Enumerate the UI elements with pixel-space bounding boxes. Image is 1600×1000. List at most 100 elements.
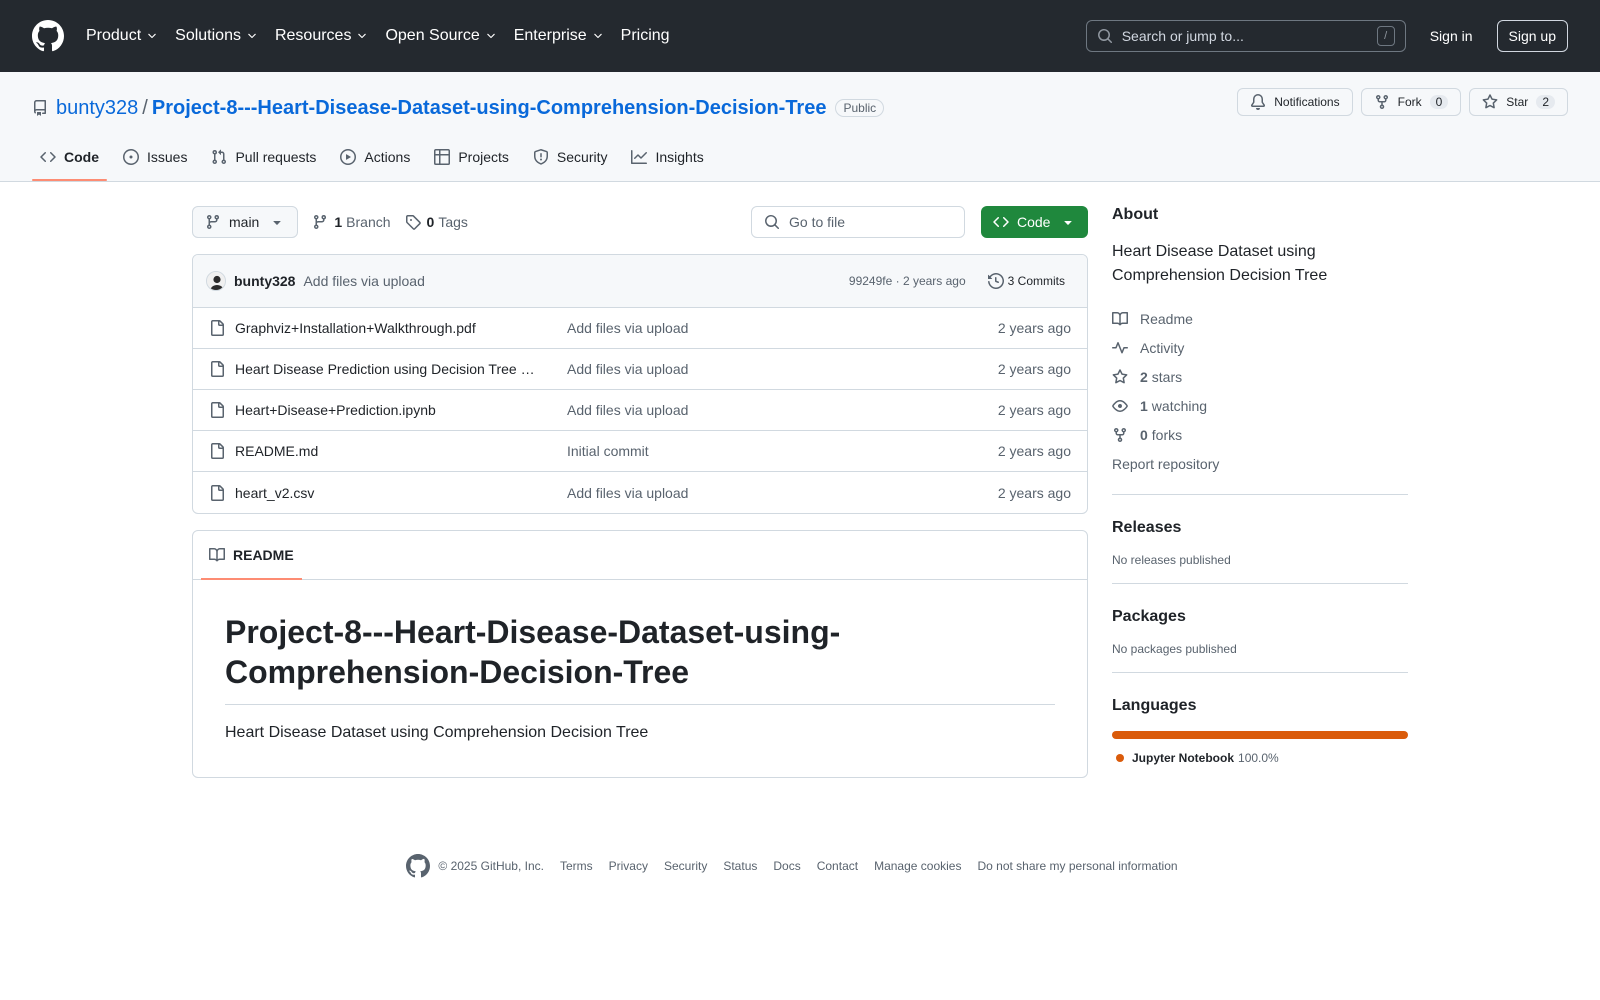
commit-message-link[interactable]: Add files via upload [303,273,424,289]
repo-owner-link[interactable]: bunty328 [56,97,138,120]
sign-up-button[interactable]: Sign up [1496,20,1568,52]
file-commit-message[interactable]: Add files via upload [567,320,998,336]
footer-link-security[interactable]: Security [664,859,707,873]
language-color-dot [1116,754,1124,762]
table-row[interactable]: Graphviz+Installation+Walkthrough.pdf Ad… [193,308,1087,349]
file-commit-message[interactable]: Add files via upload [567,485,998,501]
tab-pull-requests-label: Pull requests [235,149,317,165]
footer-link-privacy[interactable]: Privacy [609,859,648,873]
nav-solutions[interactable]: Solutions [175,27,258,45]
tab-insights-label: Insights [655,149,704,165]
tab-insights[interactable]: Insights [623,133,711,181]
tags-link[interactable]: 0 Tags [405,214,468,230]
nav-enterprise-label: Enterprise [513,27,587,44]
star-button[interactable]: Star 2 [1469,88,1568,116]
caret-down-icon [1064,221,1072,225]
file-commit-message[interactable]: Initial commit [567,443,998,459]
fork-label: Fork [1397,95,1422,109]
table-row[interactable]: README.md Initial commit 2 years ago [193,431,1087,472]
tab-actions[interactable]: Actions [332,133,418,181]
file-list: bunty328 Add files via upload 99249fe · … [192,254,1088,514]
tab-projects[interactable]: Projects [426,133,517,181]
branch-label: Branch [346,214,391,230]
chevron-down-icon [148,33,156,39]
file-name-link[interactable]: Heart Disease Prediction using Decision … [235,361,535,377]
packages-heading[interactable]: Packages [1112,608,1408,626]
footer-link-status[interactable]: Status [723,859,757,873]
readme-description: Heart Disease Dataset using Comprehensio… [225,724,649,741]
stars-link[interactable]: 2 stars [1112,362,1408,391]
footer-link-manage-cookies[interactable]: Manage cookies [874,859,961,873]
nav-enterprise[interactable]: Enterprise [514,27,604,45]
file-age: 2 years ago [997,402,1071,418]
watching-link[interactable]: 1 watching [1112,391,1408,420]
about-description: Heart Disease Dataset using Comprehensio… [1112,243,1328,284]
nav-pricing[interactable]: Pricing [621,27,670,45]
language-item[interactable]: Jupyter Notebook 100.0% [1112,751,1408,765]
readme-link[interactable]: Readme [1112,304,1408,333]
sidebar-divider [1112,494,1408,495]
commit-hash-and-age[interactable]: 99249fe · 2 years ago [849,274,966,288]
avatar[interactable] [206,271,226,291]
go-to-file-input[interactable]: Go to file [751,206,965,238]
global-search-input[interactable]: Search or jump to... / [1085,20,1406,52]
footer-link-docs[interactable]: Docs [773,859,800,873]
footer-link-terms[interactable]: Terms [560,859,593,873]
footer-link-contact[interactable]: Contact [817,859,858,873]
tab-issues[interactable]: Issues [115,133,195,181]
code-dropdown-button[interactable]: Code [981,206,1088,238]
commits-history-link[interactable]: 3 Commits [982,273,1071,289]
fork-button[interactable]: Fork 0 [1360,88,1462,116]
table-icon [434,149,451,165]
tab-code[interactable]: Code [32,133,107,181]
file-name-link[interactable]: Heart+Disease+Prediction.ipynb [235,402,535,418]
readme-tab[interactable]: README [201,531,302,580]
code-icon [993,216,1009,228]
tag-icon [405,215,421,230]
table-row[interactable]: heart_v2.csv Add files via upload 2 year… [193,472,1087,513]
releases-heading[interactable]: Releases [1112,519,1408,537]
commit-author-link[interactable]: bunty328 [234,273,295,289]
file-commit-message[interactable]: Add files via upload [567,402,998,418]
nav-solutions-label: Solutions [175,27,241,44]
fork-icon [1375,95,1388,110]
file-commit-message[interactable]: Add files via upload [567,361,998,377]
nav-resources[interactable]: Resources [275,27,368,45]
nav-open-source[interactable]: Open Source [385,27,496,45]
table-row[interactable]: Heart Disease Prediction using Decision … [193,349,1087,390]
report-repository-link[interactable]: Report repository [1112,449,1408,478]
file-name-link[interactable]: heart_v2.csv [235,485,535,501]
file-age: 2 years ago [997,320,1071,336]
issue-icon [123,149,139,165]
file-name-link[interactable]: Graphviz+Installation+Walkthrough.pdf [235,320,535,336]
caret-down-icon [273,221,282,225]
footer-link-do-not-share[interactable]: Do not share my personal information [977,859,1177,873]
nav-product[interactable]: Product [86,27,158,45]
readme-tab-label: README [233,547,294,563]
file-icon [211,484,224,501]
search-icon [765,215,780,230]
tab-pull-requests[interactable]: Pull requests [203,133,324,181]
activity-link[interactable]: Activity [1112,333,1408,362]
github-logo-icon[interactable] [32,20,64,52]
forks-label: forks [1151,426,1183,443]
code-button-label: Code [1017,214,1051,230]
sign-in-link[interactable]: Sign in [1430,28,1473,44]
repo-tabs: Code Issues Pull requests Actions Projec… [32,133,720,181]
repo-name-link[interactable]: Project-8---Heart-Disease-Dataset-using-… [152,97,827,120]
notifications-button[interactable]: Notifications [1237,88,1353,116]
table-row[interactable]: Heart+Disease+Prediction.ipynb Add files… [193,390,1087,431]
forks-link[interactable]: 0 forks [1112,420,1408,449]
branches-link[interactable]: 1 Branch [312,214,391,230]
github-logo-icon[interactable] [406,854,431,878]
readme-panel: README Project-8---Heart-Disease-Dataset… [192,530,1088,778]
star-icon [1112,368,1128,383]
file-name-link[interactable]: README.md [235,443,535,459]
repo-sidebar: About Heart Disease Dataset using Compre… [1112,206,1408,778]
branch-selector-button[interactable]: main [192,206,299,238]
tab-security[interactable]: Security [525,133,616,181]
tag-label: Tags [438,214,468,230]
language-name: Jupyter Notebook [1132,751,1235,765]
visibility-badge: Public [835,99,885,117]
tab-issues-label: Issues [147,149,188,165]
